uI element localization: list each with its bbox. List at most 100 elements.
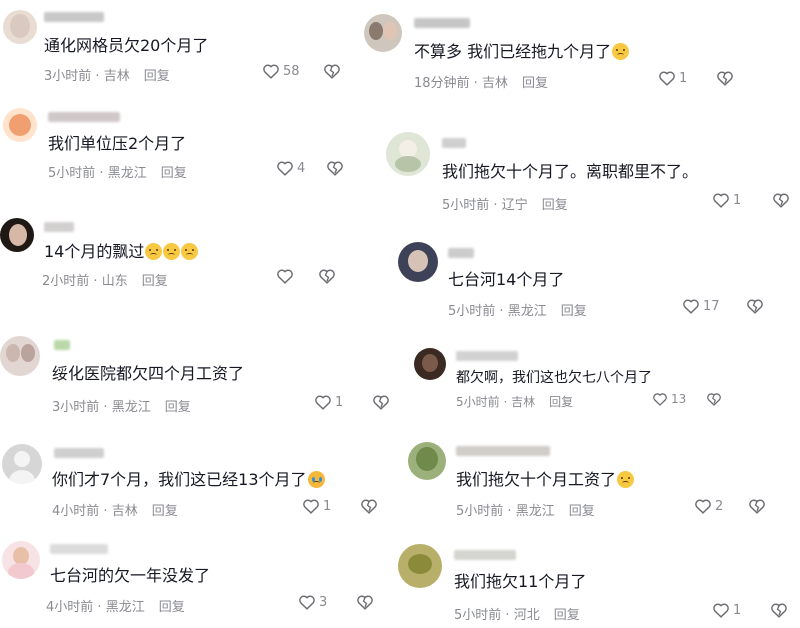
dislike-button[interactable] xyxy=(372,394,390,410)
like-button[interactable]: 1 xyxy=(314,394,343,410)
username-blurred[interactable] xyxy=(454,550,516,560)
broken-heart-icon xyxy=(356,594,374,610)
like-button[interactable]: 3 xyxy=(298,594,327,610)
dislike-button[interactable] xyxy=(356,594,374,610)
reply-button[interactable]: 回复 xyxy=(144,69,170,84)
username-blurred[interactable] xyxy=(48,112,120,122)
broken-heart-icon xyxy=(746,298,764,314)
avatar[interactable] xyxy=(364,14,402,52)
heart-outline-icon xyxy=(314,394,332,410)
dislike-button[interactable] xyxy=(360,498,378,514)
username-blurred[interactable] xyxy=(50,544,108,554)
like-button[interactable]: 17 xyxy=(682,298,720,314)
username-blurred[interactable] xyxy=(54,340,70,350)
avatar[interactable] xyxy=(2,444,42,484)
dislike-button[interactable] xyxy=(746,298,764,314)
comment-location: 辽宁 xyxy=(501,198,528,213)
avatar[interactable] xyxy=(398,242,438,282)
heart-outline-icon xyxy=(682,298,700,314)
avatar[interactable] xyxy=(408,442,446,480)
avatar-face-icon xyxy=(9,114,31,136)
sad-emoji-icon xyxy=(163,243,181,260)
right-comment-column: 不算多 我们已经拖九个月了 18分钟前 · 吉林 回复 1 我们拖欠十个月了。离职… xyxy=(364,0,800,628)
reply-button[interactable]: 回复 xyxy=(554,608,580,623)
dislike-button[interactable] xyxy=(748,498,766,514)
broken-heart-icon xyxy=(360,498,378,514)
like-button[interactable] xyxy=(276,268,297,284)
reply-button[interactable]: 回复 xyxy=(561,304,587,319)
comment-time: 3小时前 xyxy=(52,400,100,415)
sad-emoji-icon xyxy=(181,243,199,260)
dislike-button[interactable] xyxy=(326,160,344,176)
comment-location: 吉林 xyxy=(111,504,138,519)
avatar-face-icon xyxy=(8,563,34,579)
username-blurred[interactable] xyxy=(414,18,470,28)
dislike-button[interactable] xyxy=(323,63,341,79)
avatar[interactable] xyxy=(2,541,40,579)
username-blurred[interactable] xyxy=(44,12,104,22)
comment-text: 七台河的欠一年没发了 xyxy=(50,566,211,585)
avatar[interactable] xyxy=(398,544,442,588)
username-blurred[interactable] xyxy=(44,222,74,232)
crying-emoji-icon xyxy=(307,471,325,488)
like-count: 1 xyxy=(733,192,742,208)
reply-button[interactable]: 回复 xyxy=(159,600,185,615)
username-blurred[interactable] xyxy=(456,351,518,361)
avatar-face-icon xyxy=(408,250,428,272)
reply-button[interactable]: 回复 xyxy=(161,166,187,181)
comment-meta: 5小时前 · 河北 回复 xyxy=(454,608,580,623)
comment-text: 绥化医院都欠四个月工资了 xyxy=(52,364,245,383)
comment-time: 5小时前 xyxy=(448,304,496,319)
reply-button[interactable]: 回复 xyxy=(569,504,595,519)
heart-outline-icon xyxy=(694,498,712,514)
broken-heart-icon xyxy=(326,160,344,176)
avatar[interactable] xyxy=(3,108,37,142)
comment-time: 4小时前 xyxy=(52,504,100,519)
avatar[interactable] xyxy=(3,10,37,44)
comment-meta: 2小时前 · 山东 回复 xyxy=(42,274,168,289)
like-button[interactable]: 1 xyxy=(658,70,687,86)
like-button[interactable]: 1 xyxy=(302,498,331,514)
like-button[interactable]: 58 xyxy=(262,63,300,79)
like-button[interactable]: 13 xyxy=(652,392,686,406)
like-button[interactable]: 2 xyxy=(694,498,723,514)
dislike-button[interactable] xyxy=(770,602,788,618)
broken-heart-icon xyxy=(748,498,766,514)
comment-location: 吉林 xyxy=(481,76,508,91)
avatar[interactable] xyxy=(0,218,34,252)
left-comment-column: 通化网格员欠20个月了 3小时前 · 吉林 回复 58 我们单位压2个月了 5小时… xyxy=(0,0,400,628)
dislike-button[interactable] xyxy=(318,268,336,284)
reply-button[interactable]: 回复 xyxy=(542,198,568,213)
reply-button[interactable]: 回复 xyxy=(549,395,573,409)
comment-meta: 5小时前 · 黑龙江 回复 xyxy=(48,166,187,181)
like-button[interactable]: 1 xyxy=(712,602,741,618)
broken-heart-icon xyxy=(770,602,788,618)
comment-meta: 5小时前 · 吉林 回复 xyxy=(456,395,574,409)
reply-button[interactable]: 回复 xyxy=(142,274,168,289)
comment-text: 我们拖欠11个月了 xyxy=(454,572,587,591)
like-count: 1 xyxy=(733,602,742,618)
comment-location: 河北 xyxy=(513,608,540,623)
reply-button[interactable]: 回复 xyxy=(152,504,178,519)
username-blurred[interactable] xyxy=(448,248,474,258)
avatar-face-icon xyxy=(422,354,438,372)
broken-heart-icon xyxy=(716,70,734,86)
comment-text: 我们拖欠十个月了。离职都里不了。 xyxy=(442,162,699,181)
reply-button[interactable]: 回复 xyxy=(165,400,191,415)
like-button[interactable]: 1 xyxy=(712,192,741,208)
reply-button[interactable]: 回复 xyxy=(522,76,548,91)
dislike-button[interactable] xyxy=(716,70,734,86)
like-button[interactable]: 4 xyxy=(276,160,305,176)
avatar[interactable] xyxy=(0,336,40,376)
comment-meta: 3小时前 · 吉林 回复 xyxy=(44,69,170,84)
dislike-button[interactable] xyxy=(706,392,722,406)
username-blurred[interactable] xyxy=(54,448,104,458)
username-blurred[interactable] xyxy=(456,446,550,456)
dislike-button[interactable] xyxy=(772,192,790,208)
username-blurred[interactable] xyxy=(442,138,466,148)
heart-outline-icon xyxy=(276,160,294,176)
avatar[interactable] xyxy=(414,348,446,380)
like-count: 4 xyxy=(297,160,306,176)
avatar[interactable] xyxy=(386,132,430,176)
comment-text: 通化网格员欠20个月了 xyxy=(44,36,209,55)
